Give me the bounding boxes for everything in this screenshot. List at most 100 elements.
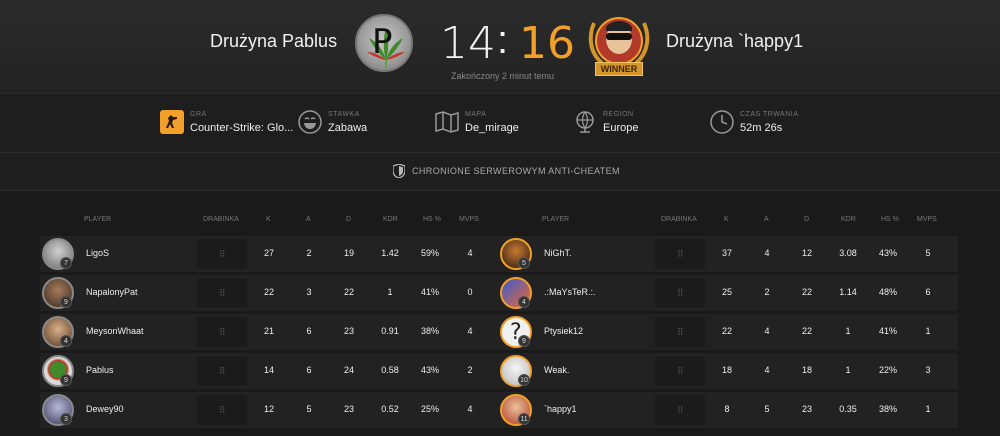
winner-badge: WINNER: [595, 62, 643, 76]
player-name[interactable]: NapalonyPat: [86, 287, 138, 297]
stat-kdr: 1: [387, 287, 393, 297]
stat-mvps: 0: [467, 287, 473, 297]
clock-icon: [710, 110, 734, 134]
stat-d: 22: [343, 287, 354, 297]
stat-k: 12: [263, 404, 274, 414]
info-game-label: GRA: [190, 111, 207, 118]
player-row[interactable]: 9 NapalonyPat ⠿ 22 3 22 1 41% 0: [40, 275, 500, 311]
stat-hs: 41%: [878, 326, 897, 336]
level-badge: 9: [60, 374, 72, 386]
stat-a: 2: [306, 248, 312, 258]
info-duration-label: CZAS TRWANIA: [740, 111, 799, 118]
info-map-value: De_mirage: [465, 122, 519, 134]
drabinka-icon: ⠿: [677, 366, 684, 376]
info-region-label: REGION: [603, 111, 634, 118]
player-row[interactable]: 9 Pablus ⠿ 14 6 24 0.58 43% 2: [40, 353, 500, 389]
col-header-kdr: KDR: [383, 216, 398, 223]
drabinka-icon: ⠿: [219, 327, 226, 337]
player-name[interactable]: LigoS: [86, 248, 109, 258]
team-left-name[interactable]: Drużyna Pablus: [210, 31, 337, 52]
player-name[interactable]: Weak.: [544, 365, 569, 375]
stat-hs: 59%: [420, 248, 439, 258]
player-row[interactable]: ? 9 Ptysiek12 ⠿ 22 4 22 1 41% 1: [498, 314, 958, 350]
stat-a: 4: [764, 326, 770, 336]
drabinka-cell: ⠿: [197, 239, 247, 269]
stat-a: 5: [764, 404, 770, 414]
col-header-mvps: MVPS: [917, 216, 937, 223]
team-right-name[interactable]: Drużyna `happy1: [666, 31, 803, 52]
stat-d: 23: [343, 326, 354, 336]
stat-kdr: 1.14: [839, 287, 857, 297]
player-name[interactable]: NiGhT.: [544, 248, 572, 258]
anticheat-bar: CHRONIONE SERWEROWYM ANTI-CHEATEM: [0, 153, 1000, 191]
level-badge: 9: [60, 296, 72, 308]
player-name[interactable]: .:MaYsTeR.:.: [544, 287, 596, 297]
stat-kdr: 1: [845, 326, 851, 336]
col-header-d: D: [804, 216, 810, 223]
drabinka-icon: ⠿: [219, 249, 226, 259]
team-left-logo-letter: P: [372, 22, 393, 62]
player-row[interactable]: 10 Weak. ⠿ 18 4 18 1 22% 3: [498, 353, 958, 389]
map-icon: [435, 111, 459, 133]
team-right-logo[interactable]: WINNER: [584, 13, 654, 81]
player-name[interactable]: MeysonWhaat: [86, 326, 144, 336]
stat-hs: 22%: [878, 365, 897, 375]
stat-kdr: 3.08: [839, 248, 857, 258]
player-row[interactable]: 3 Dewey90 ⠿ 12 5 23 0.52 25% 4: [40, 392, 500, 428]
stat-k: 22: [263, 287, 274, 297]
drabinka-icon: ⠿: [677, 249, 684, 259]
drabinka-cell: ⠿: [655, 356, 705, 386]
col-header-mvps: MVPS: [459, 216, 479, 223]
col-header-drabinka: DRABINKA: [203, 216, 239, 223]
stat-mvps: 4: [467, 326, 473, 336]
stat-k: 14: [263, 365, 274, 375]
player-row[interactable]: 7 LigoS ⠿ 27 2 19 1.42 59% 4: [40, 236, 500, 272]
info-map-label: MAPA: [465, 111, 487, 118]
stat-a: 2: [764, 287, 770, 297]
stat-hs: 48%: [878, 287, 897, 297]
stat-kdr: 0.58: [381, 365, 399, 375]
stat-d: 24: [343, 365, 354, 375]
stat-d: 18: [801, 365, 812, 375]
smiley-icon: [298, 110, 322, 134]
stat-k: 21: [263, 326, 274, 336]
stat-d: 12: [801, 248, 812, 258]
player-row[interactable]: 4 .:MaYsTeR.:. ⠿ 25 2 22 1.14 48% 6: [498, 275, 958, 311]
player-row[interactable]: 5 NiGhT. ⠿ 37 4 12 3.08 43% 5: [498, 236, 958, 272]
team-left-logo[interactable]: P: [355, 14, 413, 72]
col-header-hs: HS %: [423, 216, 441, 223]
stat-d: 22: [801, 326, 812, 336]
drabinka-cell: ⠿: [655, 317, 705, 347]
match-status: Zakończony 2 minut temu: [450, 71, 555, 81]
stat-d: 23: [343, 404, 354, 414]
stat-k: 25: [721, 287, 732, 297]
drabinka-icon: ⠿: [677, 327, 684, 337]
stat-a: 4: [764, 248, 770, 258]
player-name[interactable]: `happy1: [544, 404, 577, 414]
col-header-hs: HS %: [881, 216, 899, 223]
stat-hs: 43%: [420, 365, 439, 375]
stat-hs: 41%: [420, 287, 439, 297]
stat-hs: 38%: [878, 404, 897, 414]
drabinka-icon: ⠿: [677, 405, 684, 415]
stat-mvps: 5: [925, 248, 931, 258]
stat-a: 6: [306, 365, 312, 375]
level-badge: 9: [518, 335, 530, 347]
stat-d: 22: [801, 287, 812, 297]
info-stake-value: Zabawa: [328, 122, 368, 134]
player-name[interactable]: Pablus: [86, 365, 114, 375]
drabinka-cell: ⠿: [655, 278, 705, 308]
level-badge: 4: [518, 296, 530, 308]
player-row[interactable]: 11 `happy1 ⠿ 8 5 23 0.35 38% 1: [498, 392, 958, 428]
level-badge: 3: [60, 413, 72, 425]
drabinka-cell: ⠿: [197, 395, 247, 425]
level-badge: 5: [518, 257, 530, 269]
info-game-value: Counter-Strike: Glo...: [190, 122, 294, 134]
match-header: Drużyna Pablus P 14 : 16 Zakończony 2 mi…: [0, 0, 1000, 93]
stat-mvps: 3: [925, 365, 931, 375]
player-name[interactable]: Ptysiek12: [544, 326, 583, 336]
drabinka-icon: ⠿: [219, 288, 226, 298]
score-left: 14: [440, 18, 496, 69]
player-row[interactable]: 4 MeysonWhaat ⠿ 21 6 23 0.91 38% 4: [40, 314, 500, 350]
player-name[interactable]: Dewey90: [86, 404, 124, 414]
